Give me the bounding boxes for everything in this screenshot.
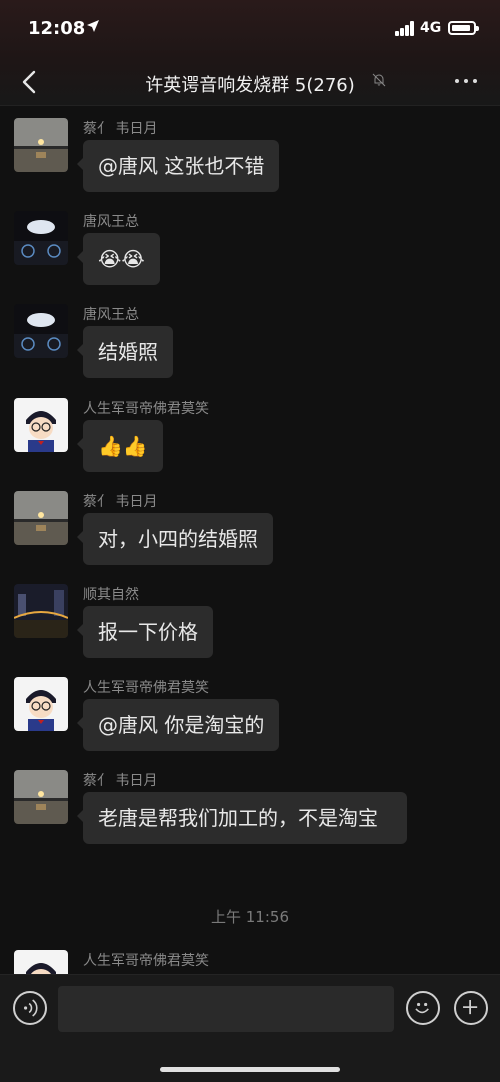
plus-button[interactable] <box>454 991 488 1025</box>
cartoon-boy-avatar[interactable] <box>14 950 68 974</box>
sunset-lake-avatar[interactable] <box>14 770 68 824</box>
sender-name: 顺其自然 <box>83 587 139 603</box>
sender-name: 蔡亻 韦日月 <box>83 494 158 510</box>
chat-nav-bar: 许英谔音响发烧群 5(276) <box>0 60 500 106</box>
network-type: 4G <box>420 20 442 36</box>
chat-title: 许英谔音响发烧群 5(276) <box>145 75 355 96</box>
message-bubble[interactable]: @唐风 这张也不错 <box>76 140 280 192</box>
sender-name: 蔡亻 韦日月 <box>83 773 158 789</box>
more-button[interactable] <box>452 70 480 92</box>
car-dashboard-avatar[interactable] <box>14 211 68 265</box>
sender-name: 人生军哥帝佛君莫笑 <box>83 953 209 969</box>
car-dashboard-avatar[interactable] <box>14 304 68 358</box>
battery-icon <box>448 21 479 35</box>
cartoon-boy-avatar[interactable] <box>14 677 68 731</box>
message-bubble[interactable]: 报一下价格 <box>77 606 213 658</box>
sender-name: 人生军哥帝佛君莫笑 <box>83 401 209 417</box>
sunset-lake-avatar[interactable] <box>14 118 68 172</box>
message-bubble[interactable]: 😭😭 <box>77 233 160 285</box>
message-bubble[interactable]: 结婚照 <box>77 326 173 378</box>
status-time: 12:08 <box>28 18 86 39</box>
sender-name: 唐风王总 <box>83 214 139 230</box>
message-bubble[interactable]: @唐风 你是淘宝的 <box>76 699 280 751</box>
message-input[interactable] <box>58 986 394 1032</box>
sender-name: 人生军哥帝佛君莫笑 <box>83 680 209 696</box>
message-bubble[interactable]: 👍👍 <box>77 420 163 472</box>
cartoon-boy-avatar[interactable] <box>14 398 68 452</box>
bell-muted-icon <box>372 73 386 87</box>
voice-button[interactable] <box>13 991 47 1025</box>
chat-messages[interactable]: 蔡亻 韦日月 @唐风 这张也不错 唐风王总 😭😭 唐风王总 结婚照 人生军哥帝佛… <box>0 106 500 974</box>
back-button[interactable] <box>14 66 46 98</box>
message-bubble[interactable]: 老唐是帮我们加工的，不是淘宝 <box>77 792 407 844</box>
night-bridge-avatar[interactable] <box>14 584 68 638</box>
message-bubble[interactable]: 对，小四的结婚照 <box>77 513 273 565</box>
sunset-lake-avatar[interactable] <box>14 491 68 545</box>
input-bar <box>0 974 500 1082</box>
home-indicator <box>160 1067 340 1072</box>
sender-name: 蔡亻 韦日月 <box>83 121 158 137</box>
location-arrow-icon <box>87 20 99 32</box>
time-separator: 上午 11:56 <box>211 908 289 926</box>
signal-bars-icon <box>395 20 415 36</box>
emoji-button[interactable] <box>406 991 440 1025</box>
sender-name: 唐风王总 <box>83 307 139 323</box>
status-bar: 12:08 4G <box>0 0 500 60</box>
